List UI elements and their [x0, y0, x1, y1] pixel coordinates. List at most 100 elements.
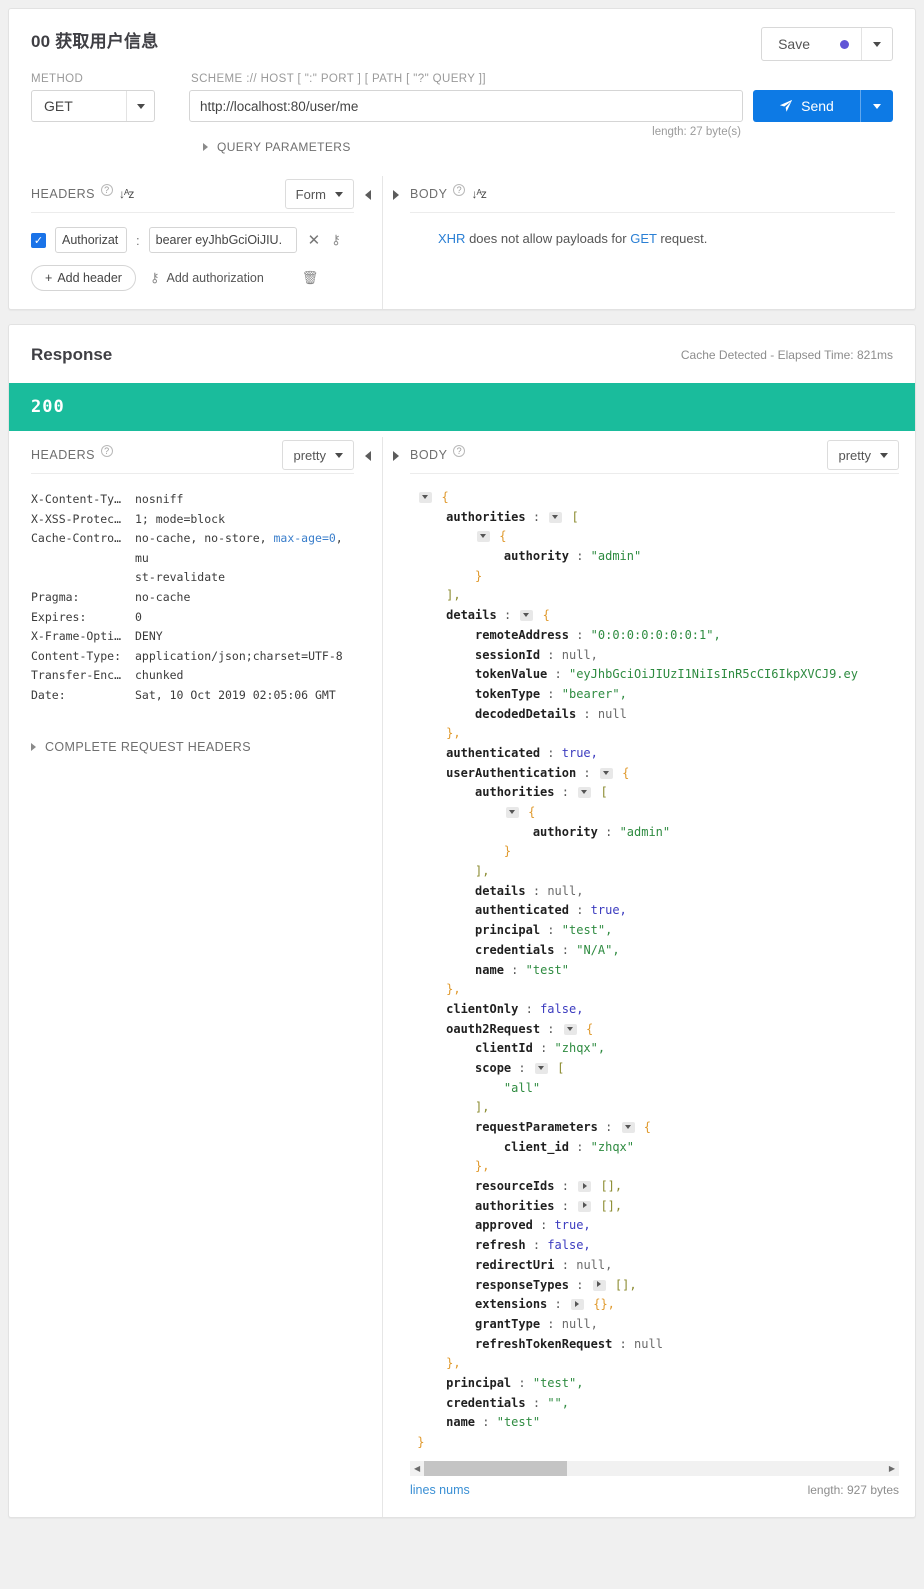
method-select-value: GET — [44, 98, 73, 114]
chevron-down-icon — [335, 452, 343, 458]
response-length-label: length: 927 bytes — [807, 1482, 899, 1497]
json-line: { — [410, 488, 899, 508]
response-header-name: Date: — [31, 687, 66, 702]
method-select-caret — [126, 91, 154, 121]
remove-header-icon[interactable]: ✕ — [306, 231, 323, 249]
collapse-left-arrow-icon[interactable] — [365, 190, 371, 200]
add-authorization-label: Add authorization — [166, 271, 264, 285]
json-toggle-icon[interactable] — [592, 1279, 606, 1291]
request-fields-row: GET http://localhost:80/user/me Send — [31, 90, 893, 122]
json-line: responseTypes : [], — [475, 1277, 637, 1292]
sort-az-icon[interactable]: ↓ᴬz — [471, 187, 486, 201]
complete-request-headers-toggle[interactable]: COMPLETE REQUEST HEADERS — [31, 740, 354, 754]
scrollbar-track[interactable] — [424, 1460, 885, 1476]
json-line: refreshTokenRequest : null — [475, 1336, 663, 1351]
get-method-link[interactable]: GET — [630, 231, 657, 246]
json-toggle-icon[interactable] — [534, 1062, 548, 1074]
complete-request-headers-label: COMPLETE REQUEST HEADERS — [45, 739, 251, 754]
add-authorization-button[interactable]: ⚷ Add authorization — [150, 270, 264, 286]
scroll-right-arrow-icon[interactable]: ▶ — [885, 1464, 899, 1473]
response-header-value: no-cache — [135, 589, 191, 604]
triangle-right-icon — [203, 143, 208, 151]
send-button[interactable]: Send — [753, 90, 861, 122]
response-header-row: Date: Sat, 10 Oct 2019 02:05:06 GMT — [31, 686, 354, 706]
response-pane-divider — [354, 437, 410, 1517]
json-line: { — [410, 803, 899, 823]
response-header-row: Cache-Contro… no-cache, no-store, max-age… — [31, 529, 354, 588]
send-dropdown-toggle[interactable] — [861, 90, 893, 122]
delete-all-headers-icon[interactable]: 🗑 — [302, 270, 319, 286]
scroll-left-arrow-icon[interactable]: ◀ — [410, 1464, 424, 1473]
chevron-down-icon — [335, 191, 343, 197]
key-icon[interactable]: ⚷ — [331, 232, 341, 248]
help-icon[interactable]: ? — [100, 184, 113, 196]
response-header-row: Pragma: no-cache — [31, 588, 354, 608]
request-card: 00 获取用户信息 Save METHOD SCHEME :// HOST [ … — [8, 8, 916, 310]
json-toggle-icon[interactable] — [621, 1122, 635, 1133]
json-toggle-icon[interactable] — [599, 767, 613, 779]
response-header-row: Expires: 0 — [31, 608, 354, 628]
json-line: redirectUri : null, — [475, 1257, 613, 1272]
response-header-name: Expires: — [31, 609, 87, 624]
triangle-right-icon — [31, 742, 36, 751]
method-select[interactable]: GET — [31, 90, 155, 122]
json-footer: lines nums length: 927 bytes — [410, 1476, 899, 1517]
xhr-link[interactable]: XHR — [438, 231, 465, 246]
response-header-name: Pragma: — [31, 589, 80, 604]
response-header-value: DENY — [135, 629, 163, 644]
response-body-title: BODY — [410, 448, 448, 462]
xhr-note-middle: does not allow payloads for — [465, 231, 631, 246]
response-header-value: chunked — [135, 668, 184, 683]
json-toggle-icon[interactable] — [505, 807, 519, 818]
json-toggle-icon[interactable] — [578, 1181, 592, 1193]
collapse-left-arrow-icon[interactable] — [365, 451, 371, 461]
lines-nums-toggle[interactable]: lines nums — [410, 1483, 470, 1497]
json-horizontal-scrollbar[interactable]: ◀ ▶ — [410, 1460, 899, 1476]
json-toggle-icon[interactable] — [549, 511, 563, 523]
header-key-input[interactable]: Authorizat — [55, 227, 127, 253]
json-line: userAuthentication : { — [446, 765, 630, 780]
save-dropdown-toggle[interactable] — [862, 28, 892, 60]
scrollbar-thumb[interactable] — [424, 1460, 567, 1476]
help-icon[interactable]: ? — [453, 184, 466, 196]
url-block: METHOD SCHEME :// HOST [ ":" PORT ] [ PA… — [9, 61, 915, 154]
expand-right-arrow-icon[interactable] — [393, 190, 399, 200]
response-body-pane: BODY ? pretty { authorities : [ { author… — [410, 437, 915, 1517]
status-badge: 200 — [9, 383, 915, 431]
response-body-title-group: BODY ? — [410, 445, 466, 462]
json-toggle-icon[interactable] — [563, 1023, 577, 1035]
send-button-label: Send — [801, 98, 834, 114]
json-toggle-icon[interactable] — [477, 531, 491, 543]
header-separator: : — [136, 232, 140, 248]
response-header-name: X-Frame-Opti… — [31, 629, 122, 644]
json-line: extensions : {}, — [475, 1297, 615, 1312]
help-icon[interactable]: ? — [100, 445, 113, 457]
xhr-payload-note: XHR does not allow payloads for GET requ… — [410, 213, 895, 270]
json-toggle-icon[interactable] — [578, 1200, 592, 1212]
help-icon[interactable]: ? — [453, 445, 466, 457]
response-panes: HEADERS ? pretty X-Content-Ty… nosniff X-X… — [9, 437, 915, 1517]
save-button[interactable]: Save — [762, 28, 862, 60]
expand-right-arrow-icon[interactable] — [393, 451, 399, 461]
response-header-row: X-Content-Ty… nosniff — [31, 490, 354, 510]
header-enabled-checkbox[interactable]: ✓ — [31, 232, 46, 248]
header-value-input[interactable]: bearer eyJhbGciOiJIU. — [148, 227, 297, 253]
response-headers-format-select[interactable]: pretty — [282, 440, 354, 470]
chevron-down-icon — [873, 41, 881, 47]
headers-format-select[interactable]: Form — [284, 179, 354, 209]
add-header-button[interactable]: + Add header — [31, 265, 136, 291]
json-toggle-icon[interactable] — [419, 492, 433, 503]
url-input[interactable]: http://localhost:80/user/me — [189, 90, 743, 122]
response-card: Response Cache Detected - Elapsed Time: … — [8, 324, 916, 1518]
json-toggle-icon[interactable] — [520, 610, 534, 622]
response-body-format-select[interactable]: pretty — [827, 440, 899, 470]
json-toggle-icon[interactable] — [578, 787, 592, 799]
json-line: ], — [475, 1100, 490, 1115]
sort-az-icon[interactable]: ↓ᴬz — [119, 187, 134, 201]
query-parameters-toggle[interactable]: QUERY PARAMETERS — [31, 140, 893, 154]
json-line: remoteAddress : "0:0:0:0:0:0:0:1", — [475, 627, 721, 642]
divider — [31, 473, 354, 474]
json-toggle-icon[interactable] — [570, 1299, 584, 1311]
json-line: credentials : "N/A", — [475, 942, 620, 957]
response-header-row: X-Frame-Opti… DENY — [31, 627, 354, 647]
